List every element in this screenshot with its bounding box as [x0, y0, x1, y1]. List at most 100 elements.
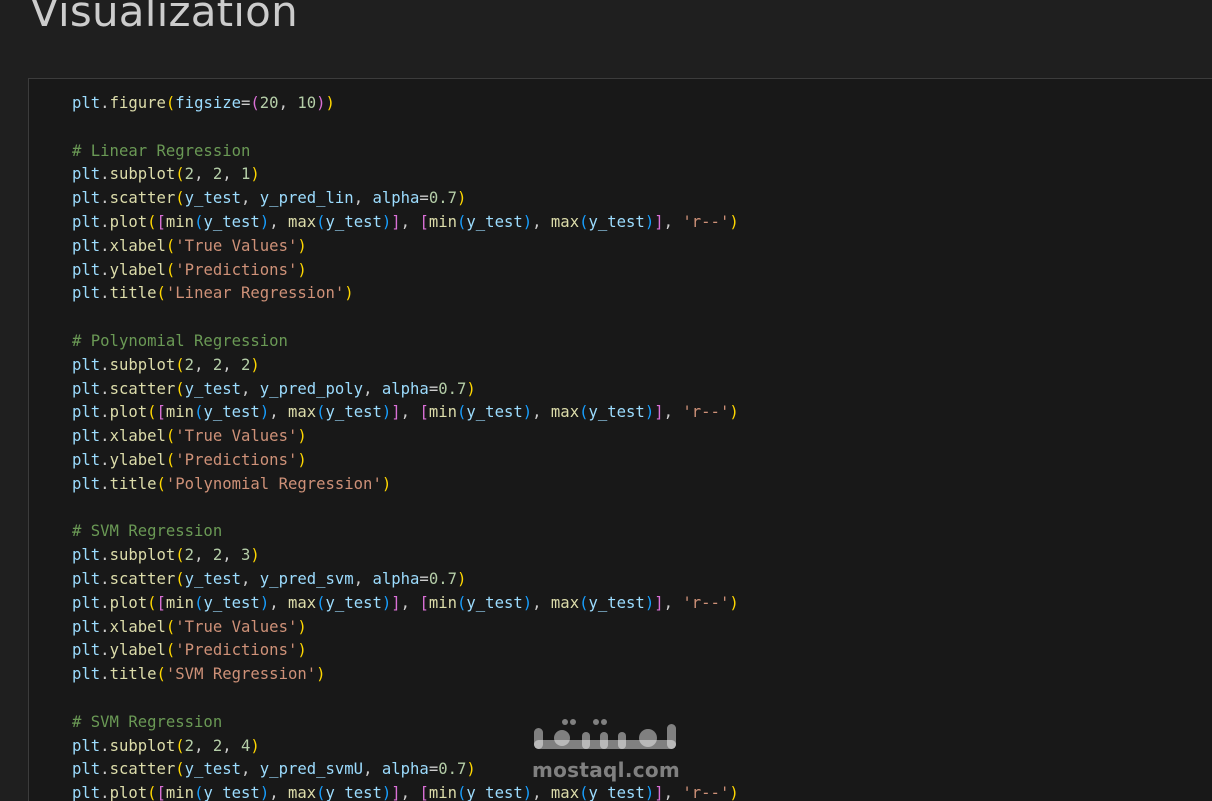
- code-token: (: [165, 450, 176, 469]
- code-line[interactable]: plt.xlabel('True Values'): [72, 425, 739, 449]
- code-token: ,: [353, 569, 373, 588]
- code-line[interactable]: plt.scatter(y_test, y_pred_svmU, alpha=0…: [72, 758, 739, 782]
- code-token: =: [428, 760, 439, 779]
- code-line[interactable]: plt.title('Polynomial Regression'): [72, 473, 739, 497]
- code-token: 0.7: [428, 189, 457, 208]
- code-line[interactable]: plt.subplot(2, 2, 2): [72, 354, 739, 378]
- code-token: ): [316, 94, 326, 112]
- code-token: (: [457, 593, 467, 612]
- code-token: min: [428, 403, 458, 422]
- code-token: max: [550, 784, 580, 801]
- code-line[interactable]: plt.plot([min(y_test), max(y_test)], [mi…: [72, 401, 739, 425]
- code-line[interactable]: # Polynomial Regression: [72, 330, 739, 354]
- code-token: ): [297, 450, 307, 469]
- code-line[interactable]: plt.plot([min(y_test), max(y_test)], [mi…: [72, 211, 739, 235]
- code-token: ,: [194, 736, 213, 755]
- code-token: [: [156, 212, 166, 231]
- code-line[interactable]: plt.figure(figsize=(20, 10)): [72, 92, 739, 116]
- code-token: ,: [400, 403, 420, 422]
- code-line[interactable]: [72, 306, 739, 330]
- code-token: ): [250, 546, 260, 565]
- code-token: (: [147, 403, 157, 422]
- code-token: min: [428, 212, 458, 231]
- code-token: plt: [72, 784, 101, 801]
- code-token: ,: [400, 784, 420, 801]
- code-token: (: [175, 379, 185, 398]
- code-token: (: [175, 165, 185, 184]
- code-token: (: [147, 593, 157, 612]
- code-token: 2: [184, 165, 195, 184]
- code-line[interactable]: plt.title('SVM Regression'): [72, 663, 739, 687]
- code-token: ): [250, 736, 260, 755]
- code-line[interactable]: plt.ylabel('Predictions'): [72, 639, 739, 663]
- code-token: plt: [72, 736, 101, 755]
- code-token: (: [457, 403, 467, 422]
- code-line[interactable]: # Linear Regression: [72, 140, 739, 164]
- code-token: ): [729, 212, 739, 231]
- code-token: plt: [72, 546, 101, 565]
- code-token: y_pred_svm: [259, 569, 354, 588]
- code-editor[interactable]: plt.figure(figsize=(20, 10)) # Linear Re…: [72, 92, 739, 801]
- code-token: subplot: [109, 355, 176, 374]
- code-token: ): [316, 665, 326, 684]
- code-line[interactable]: # SVM Regression: [72, 520, 739, 544]
- code-token: plt: [72, 403, 101, 422]
- code-line[interactable]: plt.title('Linear Regression'): [72, 282, 739, 306]
- code-line[interactable]: [72, 116, 739, 140]
- code-token: .: [100, 784, 110, 801]
- code-token: ): [325, 94, 335, 112]
- code-line[interactable]: plt.ylabel('Predictions'): [72, 449, 739, 473]
- code-line[interactable]: plt.subplot(2, 2, 4): [72, 735, 739, 759]
- code-line[interactable]: plt.xlabel('True Values'): [72, 235, 739, 259]
- code-token: ,: [532, 593, 551, 612]
- code-token: ): [297, 617, 307, 636]
- code-line[interactable]: plt.plot([min(y_test), max(y_test)], [mi…: [72, 782, 739, 801]
- code-token: [: [419, 593, 429, 612]
- code-cell[interactable]: plt.figure(figsize=(20, 10)) # Linear Re…: [28, 78, 1212, 801]
- code-token: ): [466, 379, 476, 398]
- code-token: y_test: [203, 593, 260, 612]
- code-token: ]: [654, 403, 664, 422]
- code-token: plt: [72, 236, 101, 255]
- code-token: .: [100, 165, 110, 184]
- code-token: (: [165, 236, 176, 255]
- code-token: (: [156, 665, 166, 684]
- code-token: ]: [391, 593, 401, 612]
- code-line[interactable]: plt.subplot(2, 2, 3): [72, 544, 739, 568]
- code-line[interactable]: # SVM Regression: [72, 711, 739, 735]
- code-token: ,: [663, 212, 683, 231]
- code-token: plt: [72, 617, 101, 636]
- code-token: ): [381, 403, 392, 422]
- code-token: ,: [663, 784, 683, 801]
- code-line[interactable]: plt.xlabel('True Values'): [72, 616, 739, 640]
- code-line[interactable]: plt.plot([min(y_test), max(y_test)], [mi…: [72, 592, 739, 616]
- code-token: (: [175, 569, 185, 588]
- code-token: y_pred_poly: [259, 379, 364, 398]
- code-token: min: [165, 403, 195, 422]
- code-token: max: [287, 403, 317, 422]
- code-token: ylabel: [109, 641, 166, 660]
- code-token: y_test: [184, 189, 242, 208]
- code-token: (: [175, 355, 185, 374]
- code-token: (: [165, 617, 176, 636]
- code-line[interactable]: plt.scatter(y_test, y_pred_poly, alpha=0…: [72, 378, 739, 402]
- code-token: ,: [194, 546, 213, 565]
- code-token: plt: [72, 474, 101, 493]
- code-token: y_test: [466, 784, 523, 801]
- code-token: 20: [259, 94, 279, 112]
- code-line[interactable]: plt.ylabel('Predictions'): [72, 259, 739, 283]
- code-line[interactable]: [72, 687, 739, 711]
- code-line[interactable]: plt.subplot(2, 2, 1): [72, 163, 739, 187]
- code-line[interactable]: plt.scatter(y_test, y_pred_svm, alpha=0.…: [72, 568, 739, 592]
- code-token: ,: [269, 593, 288, 612]
- code-line[interactable]: [72, 497, 739, 521]
- code-token: y_test: [184, 760, 242, 779]
- code-token: alpha: [372, 569, 420, 588]
- code-token: y_test: [588, 593, 645, 612]
- code-line[interactable]: plt.scatter(y_test, y_pred_lin, alpha=0.…: [72, 187, 739, 211]
- code-token: .: [100, 617, 110, 636]
- code-token: ): [522, 593, 533, 612]
- code-token: .: [100, 641, 110, 660]
- code-token: ,: [663, 403, 683, 422]
- code-token: ): [381, 593, 392, 612]
